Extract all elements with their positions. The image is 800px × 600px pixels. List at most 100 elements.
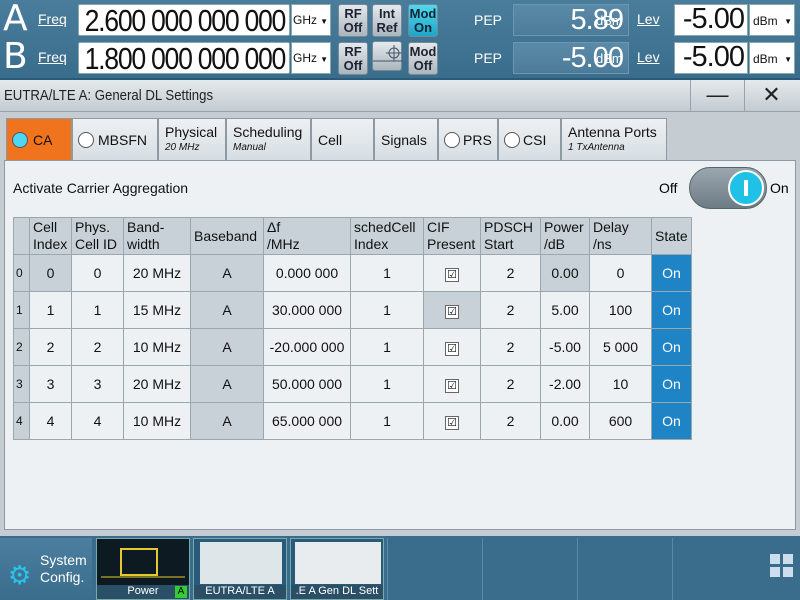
delta-f[interactable]: 0.000 000 <box>263 254 351 292</box>
bandwidth[interactable]: 20 MHz <box>123 365 191 403</box>
empty-slot[interactable] <box>577 538 671 600</box>
delta-f[interactable]: -20.000 000 <box>263 328 351 366</box>
sched-cell-index[interactable]: 1 <box>350 402 424 440</box>
pep-label: PEP <box>474 12 503 28</box>
baseband: A <box>190 365 264 403</box>
pdsch-start[interactable]: 2 <box>480 365 541 403</box>
path-a-row: A Freq 2.600 000 000 000 GHz ▼ RF Off Int… <box>0 0 800 39</box>
freq-input[interactable]: 2.600 000 000 000 <box>78 3 290 38</box>
freq-unit-select[interactable]: GHz ▼ <box>291 4 331 36</box>
sched-cell-index[interactable]: 1 <box>350 254 424 292</box>
delta-f[interactable]: 50.000 000 <box>263 365 351 403</box>
lev-label[interactable]: Lev <box>637 11 660 27</box>
power[interactable]: -5.00 <box>540 328 590 366</box>
eutra-thumbnail[interactable]: EUTRA/LTE A <box>193 538 287 600</box>
sched-cell-index[interactable]: 1 <box>350 365 424 403</box>
freq-input[interactable]: 1.800 000 000 000 <box>78 41 290 76</box>
rf-off-button[interactable]: RF Off <box>338 4 368 37</box>
tab-label: Signals <box>381 132 427 148</box>
empty-slot[interactable] <box>482 538 576 600</box>
level-value: -5.00 <box>682 41 745 73</box>
cif-present[interactable]: ☑ <box>423 291 481 329</box>
tab-physical[interactable]: Physical 20 MHz <box>158 118 226 160</box>
power[interactable]: 5.00 <box>540 291 590 329</box>
pdsch-start[interactable]: 2 <box>480 402 541 440</box>
empty-slot[interactable] <box>672 538 766 600</box>
close-button[interactable]: ✕ <box>744 80 798 112</box>
cell-index[interactable]: 2 <box>29 328 72 366</box>
level-input[interactable]: -5.00 <box>674 41 748 74</box>
phys-cell-id[interactable]: 3 <box>71 365 124 403</box>
pdsch-start[interactable]: 2 <box>480 291 541 329</box>
phys-cell-id[interactable]: 4 <box>71 402 124 440</box>
tab-cell[interactable]: Cell <box>311 118 374 160</box>
power[interactable]: -2.00 <box>540 365 590 403</box>
tab-signals[interactable]: Signals <box>374 118 438 160</box>
cif-present[interactable]: ☑ <box>423 365 481 403</box>
phys-cell-id[interactable]: 2 <box>71 328 124 366</box>
state[interactable]: On <box>651 291 692 329</box>
bandwidth[interactable]: 20 MHz <box>123 254 191 292</box>
tab-mbsfn[interactable]: MBSFN <box>72 118 158 160</box>
pdsch-start[interactable]: 2 <box>480 254 541 292</box>
system-config-label: System Config. <box>40 552 87 585</box>
delta-f[interactable]: 65.000 000 <box>263 402 351 440</box>
delay[interactable]: 0 <box>589 254 652 292</box>
int-ref-button[interactable]: Int Ref <box>372 4 402 37</box>
tab-scheduling[interactable]: Scheduling Manual <box>226 118 311 160</box>
delay[interactable]: 10 <box>589 365 652 403</box>
minimize-button[interactable]: — <box>690 80 744 112</box>
power-thumbnail[interactable]: A Power <box>96 538 190 600</box>
mod-off-button[interactable]: Mod Off <box>408 42 438 75</box>
activate-ca-toggle[interactable] <box>689 167 767 209</box>
rf-off-button[interactable]: RF Off <box>338 42 368 75</box>
checkbox-icon: ☑ <box>445 304 459 319</box>
level-unit-select[interactable]: dBm ▼ <box>749 42 795 74</box>
level-input[interactable]: -5.00 <box>674 3 748 36</box>
empty-slot[interactable] <box>387 538 481 600</box>
delay[interactable]: 5 000 <box>589 328 652 366</box>
dl-settings-thumbnail[interactable]: .E A Gen DL Sett <box>290 538 384 600</box>
power[interactable]: 0.00 <box>540 402 590 440</box>
bandwidth[interactable]: 15 MHz <box>123 291 191 329</box>
power: 0.00 <box>540 254 590 292</box>
toggle-on-label: On <box>770 180 789 196</box>
bandwidth[interactable]: 10 MHz <box>123 402 191 440</box>
tab-csi[interactable]: CSI <box>498 118 561 160</box>
spectrum-icon <box>97 539 189 585</box>
delta-f[interactable]: 30.000 000 <box>263 291 351 329</box>
lev-label[interactable]: Lev <box>637 49 660 65</box>
system-config-button[interactable]: ⚙ System Config. <box>0 538 92 600</box>
cell-index[interactable]: 3 <box>29 365 72 403</box>
tab-prs[interactable]: PRS <box>438 118 498 160</box>
table-row: 1 1 1 15 MHz A 30.000 000 1 ☑ 2 5.00 100… <box>13 291 692 329</box>
sched-cell-index[interactable]: 1 <box>350 291 424 329</box>
freq-label[interactable]: Freq <box>38 49 67 65</box>
state[interactable]: On <box>651 328 692 366</box>
phys-cell-id[interactable]: 0 <box>71 254 124 292</box>
state[interactable]: On <box>651 402 692 440</box>
phys-cell-id[interactable]: 1 <box>71 291 124 329</box>
reference-icon[interactable] <box>372 41 403 71</box>
cif-present[interactable]: ☑ <box>423 254 481 292</box>
cif-present[interactable]: ☑ <box>423 328 481 366</box>
freq-unit-select[interactable]: GHz ▼ <box>291 42 331 74</box>
level-unit-select[interactable]: dBm ▼ <box>749 4 795 36</box>
freq-label[interactable]: Freq <box>38 11 67 27</box>
bandwidth[interactable]: 10 MHz <box>123 328 191 366</box>
chevron-down-icon: ▼ <box>784 55 792 64</box>
mod-on-button[interactable]: Mod On <box>408 4 438 37</box>
cell-index[interactable]: 1 <box>29 291 72 329</box>
cell-index[interactable]: 4 <box>29 402 72 440</box>
chevron-down-icon: ▼ <box>784 17 792 26</box>
pdsch-start[interactable]: 2 <box>480 328 541 366</box>
delay[interactable]: 100 <box>589 291 652 329</box>
tab-ca[interactable]: CA <box>6 118 72 160</box>
cif-present[interactable]: ☑ <box>423 402 481 440</box>
state[interactable]: On <box>651 254 692 292</box>
sched-cell-index[interactable]: 1 <box>350 328 424 366</box>
grid-icon[interactable] <box>770 554 794 578</box>
state[interactable]: On <box>651 365 692 403</box>
delay[interactable]: 600 <box>589 402 652 440</box>
tab-antenna-ports[interactable]: Antenna Ports 1 TxAntenna <box>561 118 667 160</box>
